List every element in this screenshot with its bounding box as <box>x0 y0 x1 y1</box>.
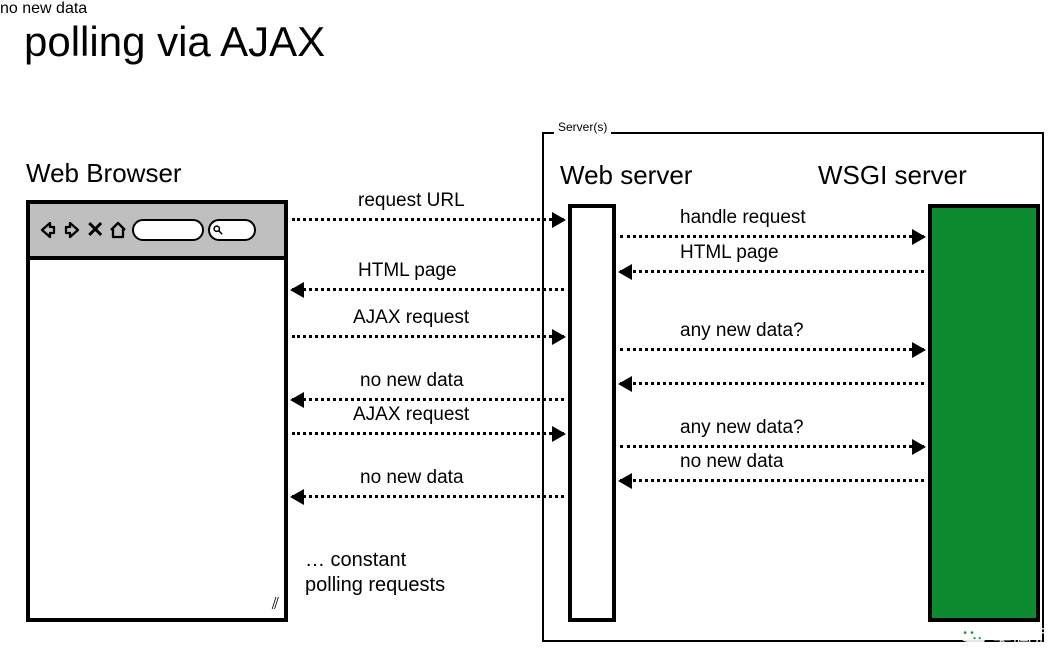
wsgi-server-box <box>928 204 1040 622</box>
resize-handle-icon: ⫽ <box>272 596 279 614</box>
web-server-box <box>568 204 616 622</box>
search-icon <box>213 225 223 235</box>
url-field <box>132 219 204 241</box>
browser-window: ✕ ⫽ <box>26 200 288 622</box>
arrow-nonew-1 <box>292 398 564 401</box>
label-nonew-r2: no new data <box>680 451 784 473</box>
arrow-ajax-2 <box>292 432 564 435</box>
label-html-page-l: HTML page <box>358 260 457 282</box>
label-nonew-r1: no new data <box>0 0 1060 18</box>
arrow-request-url <box>292 218 564 221</box>
arrow-ajax-1 <box>292 335 564 338</box>
home-icon <box>108 220 128 240</box>
watermark: 美码师 <box>958 621 1052 650</box>
label-anynew-1: any new data? <box>680 320 804 342</box>
label-request-url: request URL <box>358 190 465 212</box>
label-nonew-1: no new data <box>360 370 464 392</box>
arrow-html-page-l <box>292 288 564 291</box>
label-handle-req: handle request <box>680 207 806 229</box>
arrow-anynew-1 <box>620 348 924 351</box>
label-nonew-2: no new data <box>360 467 464 489</box>
label-ajax-2: AJAX request <box>353 404 469 426</box>
back-icon <box>38 220 58 240</box>
watermark-text: 美码师 <box>992 621 1052 650</box>
browser-body: ⫽ <box>30 260 284 618</box>
server-group-label: Server(s) <box>554 120 611 134</box>
browser-label: Web Browser <box>26 158 182 189</box>
arrow-handle-req <box>620 235 924 238</box>
arrow-nonew-r2 <box>620 479 924 482</box>
label-ajax-1: AJAX request <box>353 307 469 329</box>
label-html-page-r: HTML page <box>680 242 779 264</box>
footer-text: … constant polling requests <box>305 548 445 598</box>
diagram-title: polling via AJAX <box>24 18 325 66</box>
arrow-nonew-2 <box>292 495 564 498</box>
wechat-icon <box>958 624 986 648</box>
forward-icon <box>62 220 82 240</box>
arrow-html-page-r <box>620 270 924 273</box>
label-anynew-2: any new data? <box>680 417 804 439</box>
stop-icon: ✕ <box>86 219 104 241</box>
arrow-nonew-r1 <box>620 382 924 385</box>
search-field <box>208 219 256 241</box>
browser-toolbar: ✕ <box>30 204 284 260</box>
arrow-anynew-2 <box>620 445 924 448</box>
